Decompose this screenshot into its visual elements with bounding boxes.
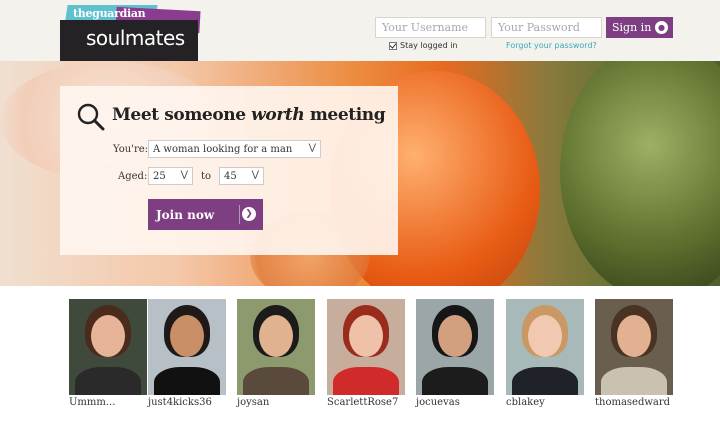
age-max-value: 45 [224,171,237,182]
member-face [170,315,204,357]
chevron-down-icon: ⋁ [251,170,259,180]
member-body [154,367,220,395]
youre-label: You're: [113,144,149,155]
join-now-label: Join now [156,207,215,222]
looking-for-select[interactable]: A woman looking for a man ⋁ [148,140,321,158]
join-now-button[interactable]: Join now ❯ [148,199,263,230]
member-body [243,367,309,395]
member-username[interactable]: just4kicks36 [148,397,226,408]
soulmates-logo[interactable]: theguardian soulmates [60,3,202,61]
forgot-password-link[interactable]: Forgot your password? [506,41,597,50]
age-to-label: to [201,171,212,182]
member-username[interactable]: jocuevas [416,397,494,408]
stay-logged-in-label: Stay logged in [400,41,458,50]
member-body [512,367,578,395]
age-max-select[interactable]: 45 ⋁ [219,167,264,185]
member-photo[interactable] [69,299,147,395]
chevron-down-icon: ⋁ [308,143,316,153]
member-card[interactable]: jocuevas [416,299,494,408]
member-face [528,315,562,357]
username-input[interactable] [375,17,486,38]
member-card[interactable]: Ummm... [69,299,147,408]
member-username[interactable]: cblakey [506,397,584,408]
member-body [601,367,667,395]
member-body [333,367,399,395]
hero-green-sweet [560,61,720,286]
member-photo[interactable] [327,299,405,395]
sign-in-label: Sign in [612,21,652,34]
member-photo[interactable] [148,299,226,395]
magnifier-icon [77,103,105,131]
headline-emphasis: worth [251,105,305,125]
age-min-select[interactable]: 25 ⋁ [148,167,193,185]
stay-logged-in-checkbox[interactable]: Stay logged in [389,41,458,50]
checkbox-checked-icon[interactable] [389,41,397,50]
member-photo[interactable] [595,299,673,395]
member-face [349,315,383,357]
member-username[interactable]: thomasedward [595,397,673,408]
member-photo[interactable] [506,299,584,395]
member-username[interactable]: joysan [237,397,315,408]
hero-banner: Meet someone worth meeting You're: A wom… [0,61,720,286]
logo-publisher-text: theguardian [73,7,146,20]
chevron-down-icon: ⋁ [180,170,188,180]
member-face [91,315,125,357]
member-face [259,315,293,357]
member-photo[interactable] [416,299,494,395]
member-body [422,367,488,395]
member-username[interactable]: Ummm... [69,397,147,408]
member-photo[interactable] [237,299,315,395]
member-card[interactable]: just4kicks36 [148,299,226,408]
sign-in-button[interactable]: Sign in ● [606,17,673,38]
member-card[interactable]: joysan [237,299,315,408]
hero-headline: Meet someone worth meeting [112,105,386,125]
lock-icon: ● [655,21,668,34]
member-body [75,367,141,395]
button-divider [239,205,240,224]
member-card[interactable]: thomasedward [595,299,673,408]
member-face [617,315,651,357]
headline-part-2: meeting [304,105,386,125]
looking-for-value: A woman looking for a man [153,144,293,155]
signup-panel: Meet someone worth meeting You're: A wom… [60,86,398,255]
member-card[interactable]: ScarlettRose7 [327,299,405,408]
member-card[interactable]: cblakey [506,299,584,408]
arrow-right-icon: ❯ [242,207,256,221]
password-input[interactable] [491,17,602,38]
age-min-value: 25 [153,171,166,182]
headline-part-1: Meet someone [112,105,252,125]
member-face [438,315,472,357]
logo-brand-text: soulmates [86,26,185,50]
member-username[interactable]: ScarlettRose7 [327,397,405,408]
aged-label: Aged: [118,171,148,182]
site-header: theguardian soulmates Sign in ● Stay log… [0,0,720,61]
